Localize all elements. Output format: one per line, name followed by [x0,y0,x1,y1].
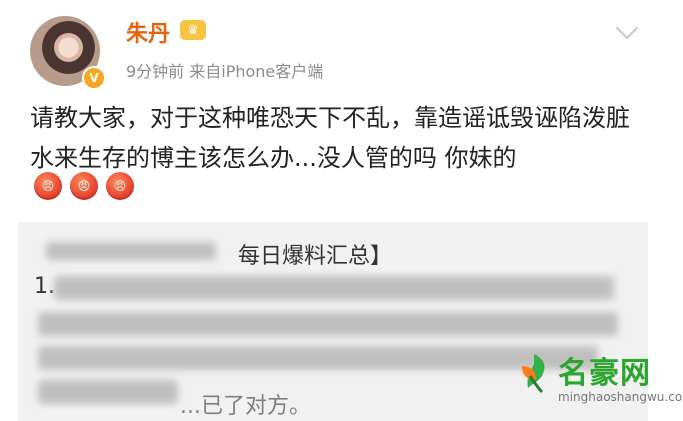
repost-title: 每日爆料汇总】 [238,244,393,269]
angry-emoji-icon: 😠 [70,172,98,200]
angry-emoji-icon: 😠 [106,172,134,200]
user-name[interactable]: 朱丹 [126,16,170,48]
emoji-row: 😠 😠 😠 [34,172,134,200]
repost-tail-text: ...已了对方。 [180,394,311,419]
repost-blur-block [54,276,614,300]
post-text: 请教大家，对于这种唯恐天下不乱，靠造谣诋毁诬陷泼脏水来生存的博主该怎么办...没… [30,104,630,172]
chevron-down-icon[interactable] [615,16,639,40]
crown-badge-icon: ♛ [180,20,206,40]
repost-blur-block [46,242,216,260]
watermark-url: minghaoshangwu.com [558,390,683,404]
watermark-logo-icon [522,354,545,394]
repost-blur-block [38,380,178,404]
repost-number: 1. [34,274,55,299]
watermark: 名豪网 minghaoshangwu.com [512,346,683,421]
repost-blur-block [38,312,618,336]
verified-badge-icon: V [82,66,106,90]
post-meta: 9分钟前 来自iPhone客户端 [126,62,324,81]
watermark-title: 名豪网 [558,356,651,391]
angry-emoji-icon: 😠 [34,172,62,200]
